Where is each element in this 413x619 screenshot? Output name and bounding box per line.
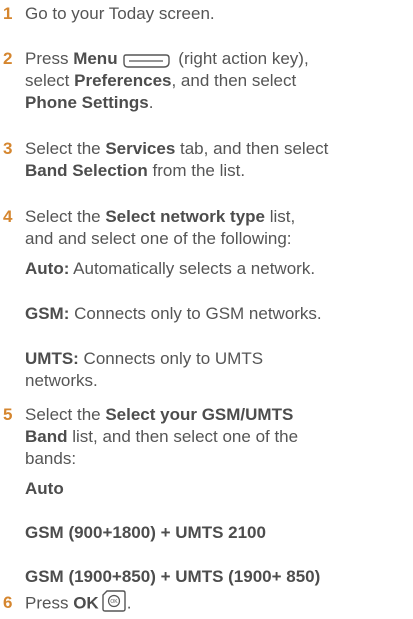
option-desc: Automatically selects a network.	[69, 259, 316, 278]
option-desc: Connects only to GSM networks.	[69, 304, 322, 323]
step-number: 6	[3, 593, 13, 612]
preferences-label: Preferences	[74, 71, 172, 90]
step-text-part: Select the	[25, 405, 106, 424]
band-selection-label: Band Selection	[25, 161, 148, 180]
step-text: Go to your Today screen.	[25, 4, 215, 23]
step-text-line: Band Selection from the list.	[25, 160, 413, 182]
option-umts-desc-cont: networks.	[25, 371, 98, 390]
band-option: GSM (1900+850) + UMTS (1900+ 850)	[25, 567, 321, 586]
right-action-key-icon	[121, 52, 171, 68]
step-text-line: Band list, and then select one of the	[25, 426, 413, 448]
gsm-umts-label: Select your GSM/UMTS	[105, 405, 294, 424]
option-desc: Connects only to UMTS	[78, 349, 264, 368]
step-text-part: Select the	[25, 139, 106, 158]
step-text-line: Select the Select network type list,	[25, 206, 413, 228]
band-label: Band	[25, 427, 68, 446]
step-text: Press Menu (right action key),	[25, 48, 413, 70]
step-text-part: list, and then select one of the	[67, 427, 299, 446]
option-label: Auto:	[25, 259, 70, 278]
step-text-line: and and select one of the following:	[25, 229, 292, 248]
step-number: 1	[3, 4, 13, 23]
step-text-line: Phone Settings.	[25, 92, 413, 114]
step-text-part: , and then select	[171, 71, 297, 90]
step-text-part: .	[148, 93, 154, 112]
step-text-part: select	[25, 71, 75, 90]
phone-settings-label: Phone Settings	[25, 93, 149, 112]
ok-label: OK	[73, 593, 99, 613]
step-number: 3	[3, 139, 13, 158]
ok-button-icon: OK	[101, 589, 127, 613]
step-number: 2	[3, 49, 13, 68]
option-gsm: GSM: Connects only to GSM networks.	[25, 303, 413, 325]
step-text-line: bands:	[25, 449, 77, 468]
band-option: Auto	[25, 479, 64, 498]
step-text-line: Press OK OK.	[25, 589, 413, 616]
step-text-line: Select the Services tab, and then select	[25, 138, 413, 160]
step-text-part: (right action key),	[173, 49, 309, 68]
step-text-line: select Preferences, and then select	[25, 70, 413, 92]
step-text-part: Select the	[25, 207, 106, 226]
step-number: 5	[3, 405, 13, 424]
network-type-label: Select network type	[105, 207, 265, 226]
step-text-part: tab, and then select	[175, 139, 329, 158]
band-option: GSM (900+1800) + UMTS 2100	[25, 523, 266, 542]
option-umts: UMTS: Connects only to UMTS	[25, 348, 413, 370]
option-auto: Auto: Automatically selects a network.	[25, 258, 413, 280]
option-label: GSM:	[25, 304, 70, 323]
step-text-line: Select the Select your GSM/UMTS	[25, 404, 413, 426]
step-text-part: .	[126, 593, 132, 613]
step-number: 4	[3, 207, 13, 226]
services-label: Services	[105, 139, 176, 158]
option-label: UMTS:	[25, 349, 79, 368]
menu-label: Menu	[73, 49, 118, 68]
step-text-part: Press	[25, 49, 74, 68]
step-text-part: Press	[25, 593, 74, 613]
page: { "steps": [ { "number": "1", "text": "G…	[0, 0, 413, 618]
step-text-part: from the list.	[147, 161, 246, 180]
step-text-part: list,	[265, 207, 296, 226]
svg-text:OK: OK	[110, 599, 118, 605]
